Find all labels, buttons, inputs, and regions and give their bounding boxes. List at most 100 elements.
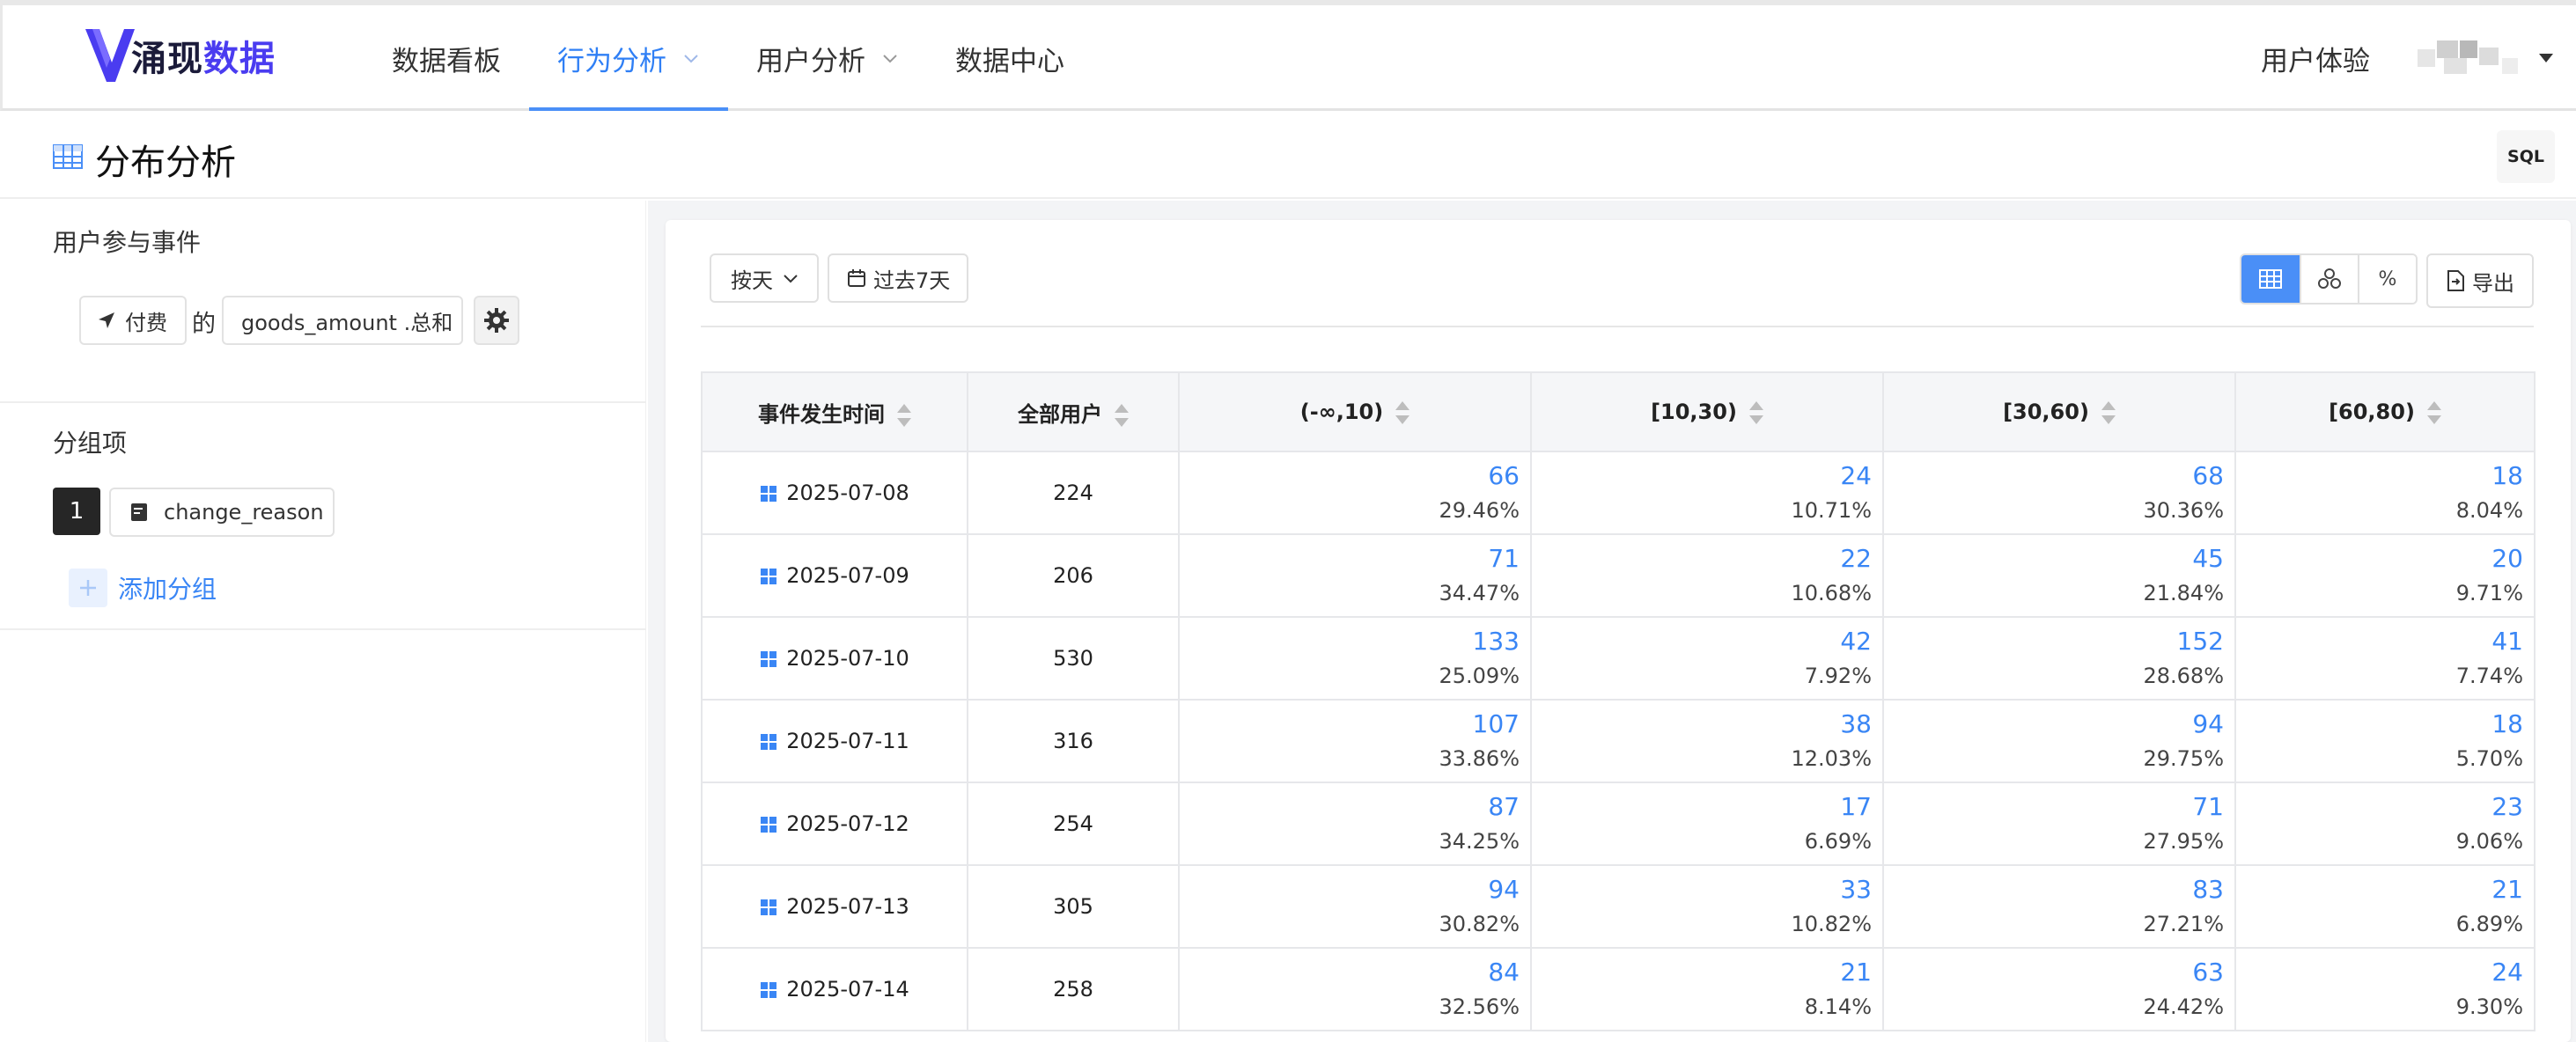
- date-link[interactable]: 2025-07-14: [701, 947, 968, 1031]
- nav-user-analysis[interactable]: 用户分析: [728, 5, 927, 111]
- nav-data-center[interactable]: 数据中心: [927, 5, 1093, 111]
- bucket-count-link[interactable]: 45: [1884, 543, 2224, 575]
- date-link[interactable]: 2025-07-09: [701, 533, 968, 618]
- bucket-count-link[interactable]: 133: [1180, 626, 1520, 657]
- bucket-count-link[interactable]: 21: [1532, 957, 1872, 988]
- grid-icon: [761, 569, 777, 584]
- total-users-cell: 316: [967, 699, 1180, 783]
- column-header-bucket-4[interactable]: [60,80): [2234, 371, 2536, 452]
- sql-button[interactable]: SQL: [2497, 130, 2555, 183]
- table-header-row: 事件发生时间 全部用户 (-∞,10) [10,30) [30,60) [60,…: [701, 371, 2536, 452]
- column-header-bucket-1[interactable]: (-∞,10): [1178, 371, 1532, 452]
- date-link[interactable]: 2025-07-10: [701, 616, 968, 701]
- bucket-count-link[interactable]: 22: [1532, 543, 1872, 575]
- bucket-count-link[interactable]: 24: [2236, 957, 2523, 988]
- granularity-select[interactable]: 按天: [710, 253, 819, 303]
- bucket-count-link[interactable]: 68: [1884, 460, 2224, 492]
- column-header-event-time[interactable]: 事件发生时间: [701, 371, 968, 452]
- table-view-button[interactable]: [2241, 255, 2300, 303]
- bucket-cell: 94 29.75%: [1882, 699, 2236, 783]
- bucket-percent: 10.68%: [1791, 581, 1872, 605]
- column-header-all-users[interactable]: 全部用户: [967, 371, 1180, 452]
- bucket-cell: 71 27.95%: [1882, 782, 2236, 866]
- bucket-count-link[interactable]: 152: [1884, 626, 2224, 657]
- total-users-cell: 258: [967, 947, 1180, 1031]
- divider: [0, 401, 646, 403]
- bucket-cell: 68 30.36%: [1882, 451, 2236, 535]
- bucket-cell: 45 21.84%: [1882, 533, 2236, 618]
- nav-dashboard[interactable]: 数据看板: [364, 5, 529, 111]
- bucket-count-link[interactable]: 33: [1532, 874, 1872, 906]
- divider: [0, 628, 646, 630]
- total-users-cell: 224: [967, 451, 1180, 535]
- date-link[interactable]: 2025-07-13: [701, 864, 968, 949]
- sort-icon: [1115, 403, 1129, 427]
- grid-icon: [761, 486, 777, 502]
- user-experience-link[interactable]: 用户体验: [2261, 39, 2370, 78]
- distribution-table: 事件发生时间 全部用户 (-∞,10) [10,30) [30,60) [60,…: [701, 371, 2536, 1031]
- bucket-percent: 10.82%: [1791, 912, 1872, 936]
- table-icon: [53, 144, 83, 169]
- bucket-count-link[interactable]: 18: [2236, 708, 2523, 740]
- table-row: 2025-07-12 254 87 34.25% 17 6.69% 71 27.95% 23 9.…: [701, 782, 2536, 866]
- bucket-count-link[interactable]: 107: [1180, 708, 1520, 740]
- bucket-count-link[interactable]: 71: [1180, 543, 1520, 575]
- bucket-percent: 25.09%: [1439, 664, 1520, 688]
- bucket-count-link[interactable]: 94: [1180, 874, 1520, 906]
- bucket-count-link[interactable]: 84: [1180, 957, 1520, 988]
- bucket-count-link[interactable]: 18: [2236, 460, 2523, 492]
- bucket-count-link[interactable]: 83: [1884, 874, 2224, 906]
- date-link[interactable]: 2025-07-11: [701, 699, 968, 783]
- bucket-percent: 9.30%: [2455, 994, 2523, 1019]
- bucket-count-link[interactable]: 71: [1884, 791, 2224, 823]
- date-link[interactable]: 2025-07-12: [701, 782, 968, 866]
- event-section-label: 用户参与事件: [53, 228, 202, 257]
- nav-behavior-analysis[interactable]: 行为分析: [529, 5, 728, 112]
- send-icon: [99, 312, 114, 328]
- bucket-cell: 38 12.03%: [1530, 699, 1884, 783]
- column-header-bucket-3[interactable]: [30,60): [1882, 371, 2236, 452]
- group-field-select[interactable]: change_reason: [109, 488, 335, 537]
- bucket-count-link[interactable]: 94: [1884, 708, 2224, 740]
- group-section-label: 分组项: [53, 429, 128, 458]
- bucket-count-link[interactable]: 66: [1180, 460, 1520, 492]
- logo-v-icon: [85, 29, 135, 82]
- bucket-percent: 6.89%: [2455, 912, 2523, 936]
- bucket-count-link[interactable]: 38: [1532, 708, 1872, 740]
- add-group-button[interactable]: 添加分组: [69, 569, 217, 607]
- date-link[interactable]: 2025-07-08: [701, 451, 968, 535]
- user-menu-caret-icon[interactable]: [2539, 54, 2553, 62]
- column-header-bucket-2[interactable]: [10,30): [1530, 371, 1884, 452]
- bucket-count-link[interactable]: 87: [1180, 791, 1520, 823]
- chart-view-button[interactable]: [2300, 255, 2358, 303]
- brand-logo[interactable]: 涌现数据: [84, 25, 276, 86]
- table-row: 2025-07-13 305 94 30.82% 33 10.82% 83 27.21% 21 6…: [701, 864, 2536, 949]
- bucket-count-link[interactable]: 17: [1532, 791, 1872, 823]
- bucket-count-link[interactable]: 63: [1884, 957, 2224, 988]
- bucket-percent: 8.14%: [1804, 994, 1872, 1019]
- event-select[interactable]: 付费: [79, 296, 187, 345]
- file-export-icon: [2447, 270, 2464, 291]
- bucket-count-link[interactable]: 23: [2236, 791, 2523, 823]
- settings-button[interactable]: [474, 296, 519, 345]
- export-button[interactable]: 导出: [2426, 253, 2534, 308]
- bucket-cell: 18 5.70%: [2234, 699, 2536, 783]
- percent-view-button[interactable]: %: [2358, 255, 2416, 303]
- bucket-count-link[interactable]: 21: [2236, 874, 2523, 906]
- bucket-count-link[interactable]: 42: [1532, 626, 1872, 657]
- page-title: 分布分析: [95, 143, 236, 183]
- bucket-cell: 83 27.21%: [1882, 864, 2236, 949]
- bucket-cell: 21 8.14%: [1530, 947, 1884, 1031]
- plus-icon: [69, 569, 107, 607]
- bucket-count-link[interactable]: 20: [2236, 543, 2523, 575]
- avatar[interactable]: [2418, 40, 2523, 76]
- bucket-count-link[interactable]: 24: [1532, 460, 1872, 492]
- main-nav: 数据看板 行为分析 用户分析 数据中心: [364, 5, 1093, 112]
- bucket-percent: 33.86%: [1439, 746, 1520, 771]
- bucket-percent: 27.21%: [2143, 912, 2224, 936]
- bucket-count-link[interactable]: 41: [2236, 626, 2523, 657]
- bucket-cell: 21 6.89%: [2234, 864, 2536, 949]
- date-range-picker[interactable]: 过去7天: [828, 253, 968, 303]
- property-select[interactable]: goods_amount .总和: [222, 296, 463, 345]
- config-sidebar: 用户参与事件 付费 的 goods_amount .总和 分组项 1 chang…: [0, 201, 646, 1042]
